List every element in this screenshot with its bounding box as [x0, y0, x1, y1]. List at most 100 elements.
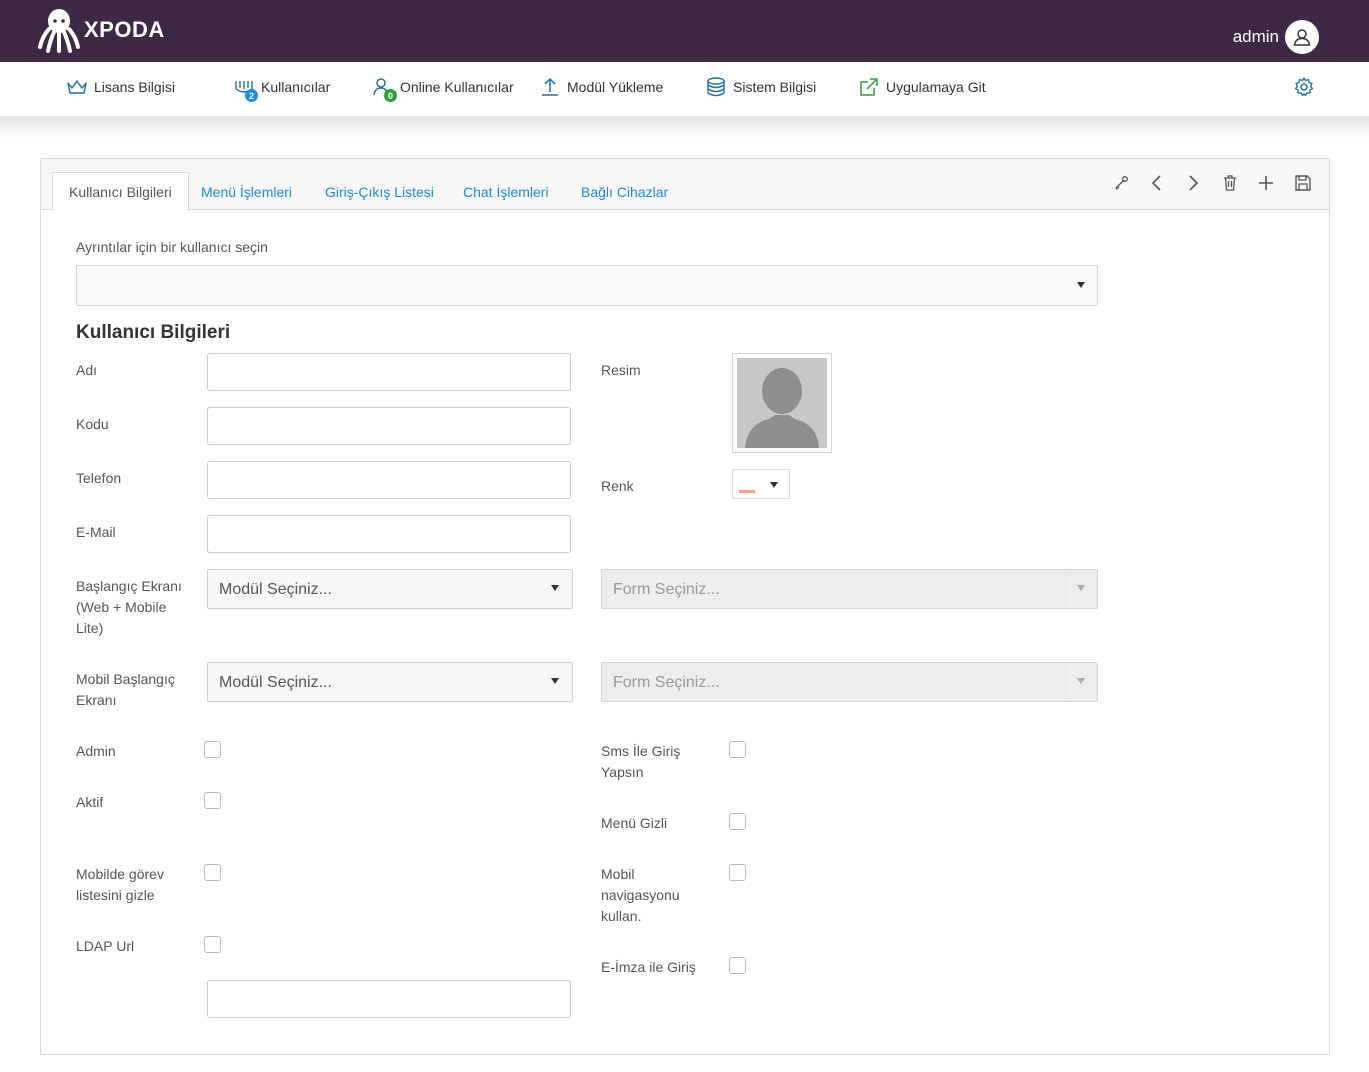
key-icon — [1115, 176, 1128, 190]
hide-tasks-checkbox[interactable] — [204, 864, 221, 881]
upload-icon — [539, 76, 561, 98]
email-input[interactable] — [207, 515, 571, 553]
ldap-label: LDAP Url — [76, 938, 135, 954]
mobile-start-form-dropdown-button — [1065, 663, 1097, 701]
nav-online-kullanicilar[interactable]: 0 Online Kullanıcılar — [372, 74, 514, 102]
octopus-logo-icon — [38, 9, 80, 53]
start-form-select[interactable]: Form Seçiniz... — [601, 569, 1098, 609]
nav-label: Modül Yükleme — [567, 79, 664, 95]
admin-label: Admin — [76, 743, 116, 759]
user-name: admin — [1232, 27, 1279, 46]
nav-shadow — [0, 116, 1369, 138]
e-signature-checkbox[interactable] — [729, 957, 746, 974]
nav-kullanicilar[interactable]: 2 Kullanıcılar — [233, 74, 330, 102]
next-button[interactable] — [1182, 172, 1204, 194]
password-key-button[interactable] — [1110, 172, 1132, 194]
chevron-down-icon — [1077, 678, 1085, 684]
color-picker[interactable] — [732, 469, 790, 499]
mobile-start-form-placeholder: Form Seçiniz... — [613, 674, 720, 691]
online-user-icon: 0 — [372, 76, 397, 102]
chevron-down-icon — [1077, 282, 1085, 288]
select-user-label: Ayrıntılar için bir kullanıcı seçin — [76, 239, 268, 255]
previous-button[interactable] — [1146, 172, 1168, 194]
nav-lisans-bilgisi[interactable]: Lisans Bilgisi — [66, 74, 175, 100]
chevron-left-icon — [1151, 175, 1161, 191]
sms-login-checkbox[interactable] — [729, 741, 746, 758]
hide-tasks-label: Mobilde görev listesini gizle — [76, 866, 164, 903]
tab-giris-cikis-listesi[interactable]: Giriş-Çıkış Listesi — [309, 172, 450, 211]
e-signature-label: E-İmza ile Giriş — [601, 959, 696, 975]
gear-icon — [1294, 77, 1314, 97]
renk-label: Renk — [601, 478, 634, 494]
resim-label: Resim — [601, 362, 641, 378]
users-icon: 2 — [233, 76, 258, 102]
sms-login-label: Sms İle Giriş Yapsın — [601, 743, 681, 780]
start-screen-label: Başlangıç Ekranı (Web + Mobile Lite) — [76, 578, 182, 636]
mobile-start-module-placeholder: Modül Seçiniz... — [219, 674, 332, 691]
menu-hidden-checkbox[interactable] — [729, 813, 746, 830]
mobile-start-module-select[interactable]: Modül Seçiniz... — [207, 662, 573, 702]
start-module-select[interactable]: Modül Seçiniz... — [207, 569, 573, 609]
user-photo[interactable] — [732, 353, 832, 453]
kodu-label: Kodu — [76, 416, 109, 432]
mobile-start-screen-label: Mobil Başlangıç Ekranı — [76, 671, 175, 708]
brand-name: XPODA — [84, 17, 165, 42]
top-bar: XPODA admin — [0, 0, 1369, 62]
tab-chat-islemleri[interactable]: Chat İşlemleri — [447, 172, 565, 211]
plus-icon — [1259, 176, 1273, 190]
ldap-checkbox[interactable] — [204, 936, 221, 953]
user-icon — [1293, 29, 1311, 46]
save-icon — [1295, 175, 1311, 191]
nav-sistem-bilgisi[interactable]: Sistem Bilgisi — [705, 74, 816, 100]
email-label: E-Mail — [76, 524, 116, 540]
save-button[interactable] — [1292, 172, 1314, 194]
mobile-nav-label: Mobil navigasyonu kullan. — [601, 866, 680, 924]
database-icon — [705, 76, 727, 98]
color-swatch — [739, 490, 755, 493]
nav-label: Sistem Bilgisi — [733, 79, 817, 95]
section-title: Kullanıcı Bilgileri — [76, 322, 231, 343]
start-module-placeholder: Modül Seçiniz... — [219, 581, 332, 598]
start-form-placeholder: Form Seçiniz... — [613, 581, 720, 598]
users-count-badge: 2 — [245, 89, 258, 102]
online-count-badge: 0 — [384, 89, 397, 102]
aktif-checkbox[interactable] — [204, 792, 221, 809]
nav-modul-yukleme[interactable]: Modül Yükleme — [539, 74, 663, 100]
adi-label: Adı — [76, 362, 98, 378]
adi-input[interactable] — [207, 353, 571, 391]
chevron-down-icon — [551, 678, 559, 684]
user-panel: Kullanıcı Bilgileri Menü İşlemleri Giriş… — [40, 158, 1330, 1055]
crown-icon — [66, 76, 88, 98]
aktif-label: Aktif — [76, 794, 104, 810]
chevron-right-icon — [1189, 175, 1199, 191]
delete-button[interactable] — [1219, 172, 1241, 194]
nav-label: Uygulamaya Git — [886, 79, 986, 95]
tab-bar: Kullanıcı Bilgileri Menü İşlemleri Giriş… — [41, 159, 1329, 211]
nav-label: Lisans Bilgisi — [94, 79, 175, 95]
user-select[interactable] — [76, 265, 1098, 306]
user-avatar[interactable] — [1285, 20, 1319, 54]
user-menu[interactable]: admin — [1233, 20, 1319, 54]
tab-kullanici-bilgileri[interactable]: Kullanıcı Bilgileri — [52, 172, 189, 211]
admin-checkbox[interactable] — [204, 741, 221, 758]
tab-menu-islemleri[interactable]: Menü İşlemleri — [185, 172, 308, 211]
nav-bar: Lisans Bilgisi 2 Kullanıcılar 0 Online K… — [0, 62, 1369, 118]
person-silhouette-icon — [745, 368, 819, 448]
chevron-down-icon — [551, 585, 559, 591]
mobile-nav-checkbox[interactable] — [729, 864, 746, 881]
nav-label: Online Kullanıcılar — [400, 79, 514, 95]
start-form-dropdown-button — [1065, 570, 1097, 608]
logo[interactable]: XPODA — [38, 7, 165, 53]
telefon-input[interactable] — [207, 461, 571, 499]
tab-bagli-cihazlar[interactable]: Bağlı Cihazlar — [565, 172, 684, 211]
telefon-label: Telefon — [76, 470, 122, 486]
trash-icon — [1224, 175, 1236, 191]
menu-hidden-label: Menü Gizli — [601, 815, 668, 831]
mobile-start-form-select[interactable]: Form Seçiniz... — [601, 662, 1098, 702]
chevron-down-icon — [1077, 585, 1085, 591]
add-button[interactable] — [1255, 172, 1277, 194]
nav-uygulamaya-git[interactable]: Uygulamaya Git — [858, 74, 986, 100]
kodu-input[interactable] — [207, 407, 571, 445]
ldap-url-input[interactable] — [207, 980, 571, 1018]
settings-button[interactable] — [1293, 76, 1315, 98]
